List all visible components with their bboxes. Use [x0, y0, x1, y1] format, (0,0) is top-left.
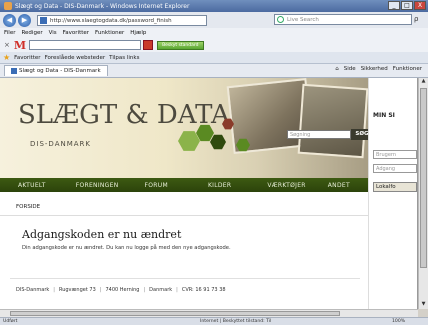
- nav-andet[interactable]: ANDET: [328, 182, 350, 189]
- confirmation-message: Din adgangskode er nu ændret. Du kan nu …: [22, 245, 231, 251]
- site-favicon-icon: [40, 16, 47, 24]
- footer-separator: |: [143, 287, 146, 293]
- login-button[interactable]: Lokalfo: [373, 182, 417, 192]
- live-search-input[interactable]: Live Search: [274, 14, 412, 25]
- favorites-button[interactable]: Favoritter: [14, 55, 40, 61]
- site-logo-subtitle: DIS-DANMARK: [30, 140, 91, 148]
- site-search-input[interactable]: Søgning: [287, 130, 351, 139]
- security-zone: Internet | Beskyttet tilstand: Til: [200, 319, 272, 324]
- footer-cvr: CVR: 16 91 73 38: [181, 287, 226, 293]
- scroll-thumb[interactable]: [420, 88, 427, 268]
- toolbar-green-button[interactable]: Beskyt standard: [157, 40, 204, 50]
- site-logo[interactable]: SLÆGT & DATA: [18, 100, 230, 130]
- m-logo-icon: M: [13, 38, 27, 52]
- command-security[interactable]: Sikkerhed: [361, 66, 388, 72]
- menu-view[interactable]: Vis: [49, 30, 57, 36]
- command-page[interactable]: Side: [344, 66, 356, 72]
- command-bar: ⌂ Side Sikkerhed Funktioner: [335, 66, 422, 72]
- divider: [0, 215, 368, 216]
- scroll-up-icon[interactable]: ▲: [420, 78, 427, 86]
- username-field[interactable]: Brugern: [373, 150, 417, 159]
- login-sidebar: MIN SI Brugern Adgang Lokalfo: [368, 78, 417, 309]
- nav-vaerktoejer[interactable]: VÆRKTØJER: [267, 182, 305, 189]
- menu-edit[interactable]: Rediger: [21, 30, 42, 36]
- maximize-button[interactable]: □: [401, 1, 413, 10]
- search-go-icon[interactable]: ρ: [414, 15, 418, 23]
- favorites-star-icon: ★: [3, 53, 11, 62]
- vertical-scrollbar[interactable]: ▲ ▼: [418, 78, 428, 309]
- menu-file[interactable]: Filer: [4, 30, 15, 36]
- minimize-button[interactable]: _: [388, 1, 400, 10]
- menu-help[interactable]: Hjælp: [130, 30, 146, 36]
- hscroll-thumb[interactable]: [10, 311, 340, 316]
- back-button[interactable]: ◀: [3, 13, 16, 27]
- addon-toolbar: × M Beskyt standard: [0, 38, 428, 52]
- footer-separator: |: [176, 287, 178, 293]
- live-search-icon: [277, 16, 284, 23]
- forward-button[interactable]: ▶: [18, 13, 31, 27]
- footer-separator: |: [99, 287, 102, 293]
- toolbar-red-button[interactable]: [143, 40, 154, 50]
- address-row: ◀ ▶ http://www.slaegtogdata.dk/password_…: [0, 12, 428, 28]
- home-icon[interactable]: ⌂: [335, 66, 339, 72]
- nav-aktuelt[interactable]: AKTUELT: [18, 182, 46, 189]
- toolbar-search-input[interactable]: [29, 40, 142, 50]
- window-title-bar: Slægt og Data - DIS-Danmark - Windows In…: [0, 0, 428, 12]
- hexagon-icon: [210, 134, 226, 150]
- customize-links-link[interactable]: Tilpas links: [109, 55, 139, 61]
- address-input[interactable]: http://www.slaegtogdata.dk/password_fini…: [37, 14, 207, 26]
- suggested-sites-link[interactable]: Foreslåede websteder: [45, 55, 106, 61]
- password-field[interactable]: Adgang: [373, 164, 417, 173]
- zoom-level[interactable]: 100%: [392, 319, 405, 324]
- ie-logo-icon: [4, 2, 12, 10]
- login-title: MIN SI: [373, 112, 395, 119]
- live-search-placeholder: Live Search: [287, 17, 319, 23]
- page-viewport: SLÆGT & DATA DIS-DANMARK Søgning SØG AKT…: [0, 78, 418, 309]
- footer-divider: [10, 278, 360, 279]
- window-controls: _ □ X: [388, 1, 426, 10]
- footer-street: Rugvænget 73: [58, 287, 96, 293]
- status-bar: Udført Internet | Beskyttet tilstand: Ti…: [0, 317, 428, 325]
- footer-separator: |: [53, 287, 55, 293]
- address-url: http://www.slaegtogdata.dk/password_fini…: [50, 17, 172, 24]
- site-footer: DIS-Danmark | Rugvænget 73 | 7400 Hernin…: [16, 287, 226, 293]
- command-tools[interactable]: Funktioner: [393, 66, 422, 72]
- status-text: Udført: [3, 319, 18, 324]
- site-banner: SLÆGT & DATA DIS-DANMARK Søgning SØG: [0, 78, 373, 178]
- scroll-down-icon[interactable]: ▼: [420, 301, 427, 309]
- menu-bar: Filer Rediger Vis Favoritter Funktioner …: [0, 28, 428, 38]
- window-title: Slægt og Data - DIS-Danmark - Windows In…: [15, 2, 190, 10]
- horizontal-scrollbar[interactable]: [0, 309, 418, 317]
- tab-row: Slægt og Data - DIS-Danmark ⌂ Side Sikke…: [0, 64, 428, 78]
- browser-tab[interactable]: Slægt og Data - DIS-Danmark: [4, 65, 108, 76]
- menu-tools[interactable]: Funktioner: [95, 30, 124, 36]
- page-title: Adgangskoden er nu ændret: [22, 228, 182, 241]
- banner-photo-2: [297, 83, 369, 159]
- menu-favorites[interactable]: Favoritter: [63, 30, 89, 36]
- nav-kilder[interactable]: KILDER: [208, 182, 231, 189]
- tab-label: Slægt og Data - DIS-Danmark: [19, 68, 101, 74]
- footer-country: Danmark: [149, 287, 173, 293]
- breadcrumb[interactable]: FORSIDE: [16, 204, 40, 210]
- favorites-bar: ★ Favoritter Foreslåede websteder Tilpas…: [0, 52, 428, 64]
- toolbar-close-icon[interactable]: ×: [4, 41, 10, 49]
- footer-org: DIS-Danmark: [16, 287, 50, 293]
- footer-city: 7400 Herning: [105, 287, 140, 293]
- site-nav: AKTUELT FORENINGEN FORUM KILDER VÆRKTØJE…: [0, 178, 368, 192]
- tab-favicon-icon: [11, 68, 17, 74]
- nav-forum[interactable]: FORUM: [145, 182, 168, 189]
- nav-foreningen[interactable]: FORENINGEN: [76, 182, 119, 189]
- close-button[interactable]: X: [414, 1, 426, 10]
